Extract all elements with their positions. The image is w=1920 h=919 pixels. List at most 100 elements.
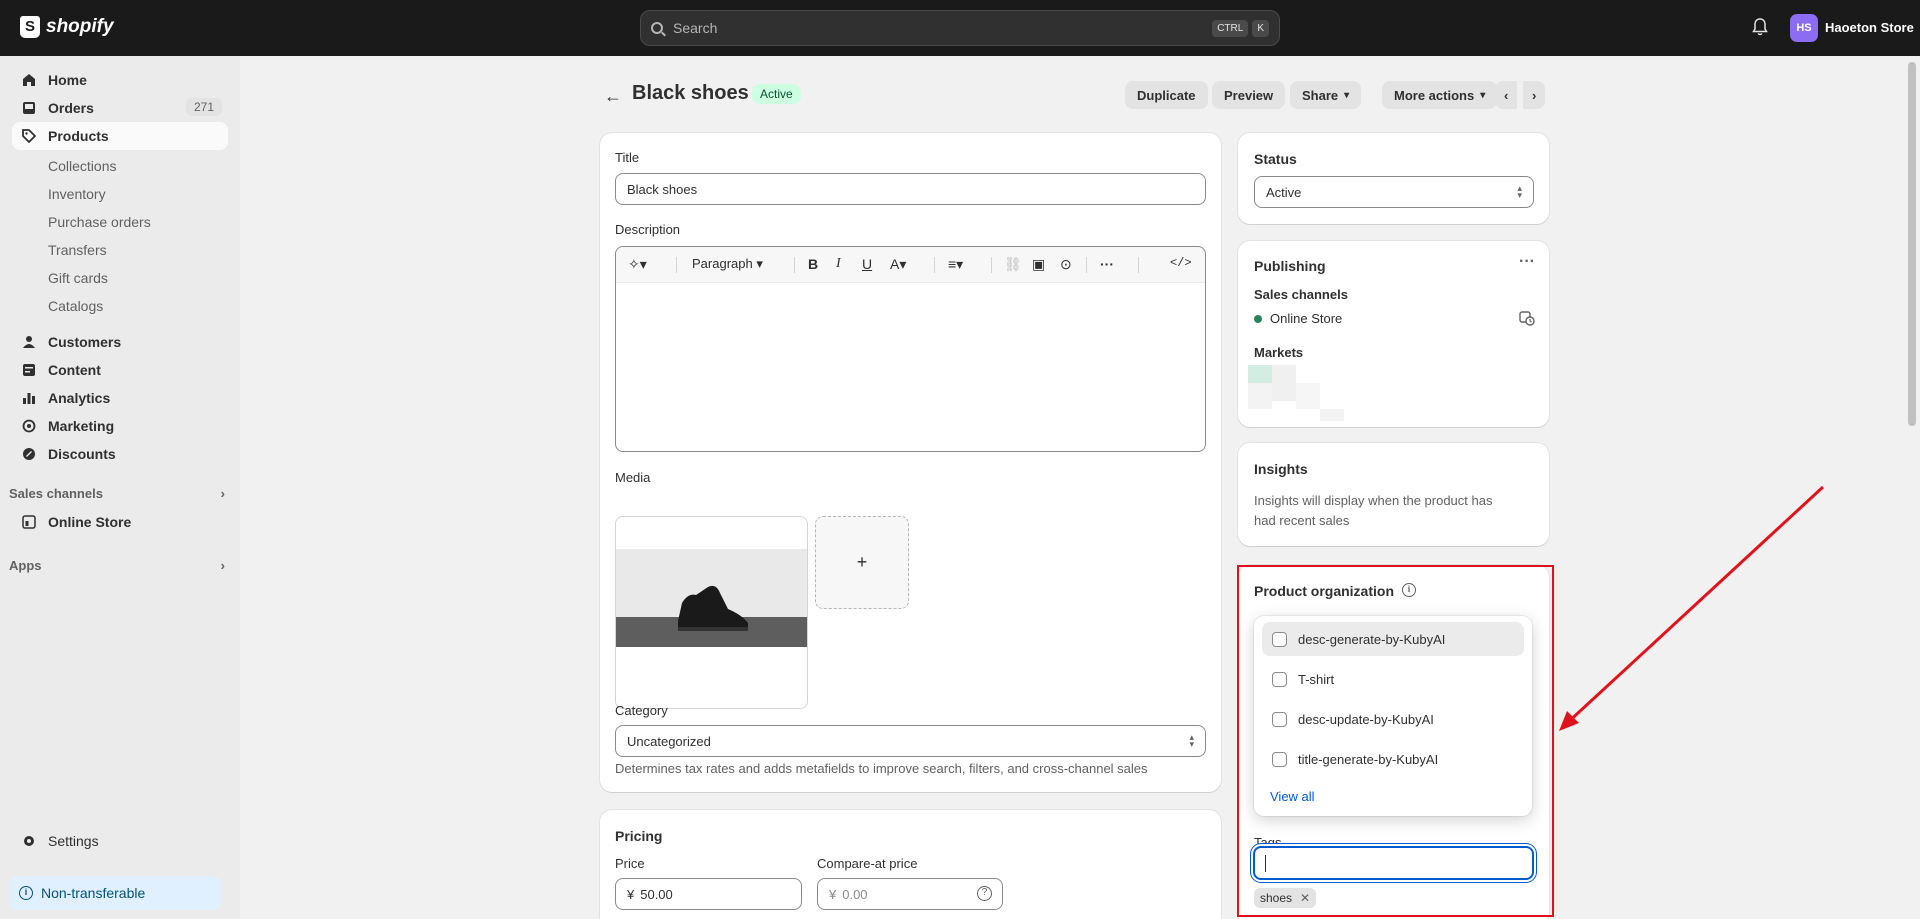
chevron-down-icon: ▾ <box>1480 89 1486 101</box>
more-actions-button[interactable]: More actions ▾ <box>1382 81 1498 109</box>
sidebar-sub-inventory[interactable]: Inventory <box>48 186 106 202</box>
content-icon <box>23 364 35 376</box>
search-input[interactable]: Search <box>673 20 1208 36</box>
online-store-label: Online Store <box>1270 311 1343 326</box>
sidebar-item-analytics[interactable]: Analytics <box>12 384 228 412</box>
button-label: Share <box>1302 87 1339 103</box>
sidebar-item-settings[interactable]: Settings <box>12 827 228 855</box>
video-icon[interactable]: ⊙ <box>1060 256 1072 273</box>
help-question-icon[interactable]: ? <box>977 886 992 901</box>
sidebar-sub-purchase-orders[interactable]: Purchase orders <box>48 214 151 230</box>
align-icon[interactable]: ≡▾ <box>948 256 963 273</box>
price-input[interactable]: ¥ 50.00 <box>615 878 802 910</box>
category-value: Uncategorized <box>627 733 711 749</box>
sidebar-item-content[interactable]: Content <box>12 356 228 384</box>
status-card: Status Active ▴ ▾ <box>1238 133 1549 224</box>
tag-option[interactable]: desc-update-by-KubyAI <box>1262 702 1524 736</box>
sidebar-item-orders[interactable]: Orders 271 <box>12 94 228 122</box>
preview-button[interactable]: Preview <box>1212 81 1286 109</box>
category-select[interactable]: Uncategorized ▴ ▾ <box>615 725 1206 757</box>
sidebar-item-label: Home <box>48 72 87 88</box>
tag-option[interactable]: T-shirt <box>1262 662 1524 696</box>
status-badge: Active <box>752 84 801 104</box>
status-select[interactable]: Active ▴ ▾ <box>1254 176 1534 208</box>
editor-toolbar: ✧▾ Paragraph ▾ B I U A▾ ≡▾ ⛓ ▣ ⊙ ··· </> <box>616 247 1205 283</box>
code-icon[interactable]: </> <box>1170 256 1192 270</box>
non-transferable-banner[interactable]: i Non-transferable <box>9 876 221 910</box>
search-bar[interactable]: Search CTRL K <box>640 10 1280 46</box>
button-label: Duplicate <box>1137 87 1196 103</box>
italic-icon[interactable]: I <box>836 256 841 272</box>
product-main-card: Title Black shoes Description ✧▾ Paragra… <box>600 133 1221 792</box>
sidebar-sub-transfers[interactable]: Transfers <box>48 242 107 258</box>
bar-chart-icon <box>23 393 35 404</box>
sidebar: Home Orders 271 Products Collections Inv… <box>0 56 240 919</box>
divider <box>1086 257 1087 273</box>
tags-input[interactable] <box>1253 846 1534 880</box>
bold-icon[interactable]: B <box>808 256 818 272</box>
button-label: Preview <box>1224 87 1274 103</box>
tag-option-label: title-generate-by-KubyAI <box>1298 751 1439 767</box>
page-header: ← Black shoes Active Duplicate Preview S… <box>600 78 1550 112</box>
tag-option-label: desc-generate-by-KubyAI <box>1298 631 1446 647</box>
sidebar-item-discounts[interactable]: Discounts <box>12 440 228 468</box>
person-icon <box>23 336 35 348</box>
sidebar-item-label: Online Store <box>48 514 132 530</box>
sidebar-item-online-store[interactable]: Online Store <box>12 508 228 536</box>
sidebar-sub-gift-cards[interactable]: Gift cards <box>48 270 108 286</box>
back-arrow-icon[interactable]: ← <box>604 86 622 107</box>
paragraph-label: Paragraph <box>692 256 753 271</box>
title-value: Black shoes <box>627 181 698 197</box>
share-button[interactable]: Share ▾ <box>1290 81 1362 109</box>
calendar-clock-icon[interactable] <box>1519 310 1535 326</box>
add-media-button[interactable]: + <box>815 516 909 609</box>
view-all-link[interactable]: View all <box>1270 789 1315 804</box>
title-input[interactable]: Black shoes <box>615 173 1206 205</box>
sales-channels-section[interactable]: Sales channels › <box>9 486 225 501</box>
description-editor[interactable]: ✧▾ Paragraph ▾ B I U A▾ ≡▾ ⛓ ▣ ⊙ ··· </> <box>615 246 1206 452</box>
page-title: Black shoes <box>632 82 749 104</box>
more-horizontal-icon[interactable]: ··· <box>1519 253 1535 271</box>
duplicate-button[interactable]: Duplicate <box>1125 81 1208 109</box>
ai-sparkle-icon[interactable]: ✧▾ <box>628 256 647 273</box>
apps-section[interactable]: Apps › <box>9 558 225 573</box>
underline-icon[interactable]: U <box>862 256 872 272</box>
target-icon <box>22 419 36 433</box>
store-name[interactable]: Haoeton Store <box>1825 20 1914 35</box>
sidebar-sub-collections[interactable]: Collections <box>48 158 116 174</box>
media-label: Media <box>615 470 651 485</box>
tag-option[interactable]: title-generate-by-KubyAI <box>1262 742 1524 776</box>
checkbox[interactable] <box>1272 752 1287 767</box>
sidebar-item-label: Discounts <box>48 446 116 462</box>
insights-text-line-2: had recent sales <box>1254 513 1350 528</box>
image-icon[interactable]: ▣ <box>1032 256 1045 273</box>
sidebar-item-label: Content <box>48 362 101 378</box>
checkbox[interactable] <box>1272 672 1287 687</box>
close-icon[interactable]: ✕ <box>1300 891 1310 905</box>
checkbox[interactable] <box>1272 712 1287 727</box>
sidebar-sub-catalogs[interactable]: Catalogs <box>48 298 103 314</box>
product-image[interactable] <box>615 516 808 709</box>
more-horizontal-icon[interactable]: ··· <box>1100 256 1114 272</box>
avatar[interactable]: HS <box>1790 14 1818 42</box>
prev-product-button[interactable]: ‹ <box>1495 81 1518 109</box>
shopify-logo[interactable]: shopify <box>20 16 114 38</box>
compare-at-price-input[interactable]: ¥ 0.00 ? <box>817 878 1003 910</box>
sidebar-item-products[interactable]: Products <box>12 122 228 150</box>
sidebar-item-customers[interactable]: Customers <box>12 328 228 356</box>
sidebar-item-marketing[interactable]: Marketing <box>12 412 228 440</box>
text-color-icon[interactable]: A▾ <box>890 256 906 273</box>
pricing-title: Pricing <box>615 828 663 844</box>
paragraph-dropdown[interactable]: Paragraph ▾ <box>692 256 763 272</box>
next-product-button[interactable]: › <box>1523 81 1546 109</box>
page-scrollbar[interactable] <box>1908 62 1916 426</box>
checkbox[interactable] <box>1272 632 1287 647</box>
tag-option-label: desc-update-by-KubyAI <box>1298 711 1434 727</box>
select-arrows-icon: ▴ ▾ <box>1517 183 1522 200</box>
link-icon[interactable]: ⛓ <box>1004 256 1022 273</box>
bell-icon[interactable] <box>1752 18 1768 36</box>
sidebar-item-home[interactable]: Home <box>12 66 228 94</box>
info-icon[interactable]: i <box>1402 583 1416 597</box>
divider <box>676 257 677 273</box>
tag-option[interactable]: desc-generate-by-KubyAI <box>1262 622 1524 656</box>
